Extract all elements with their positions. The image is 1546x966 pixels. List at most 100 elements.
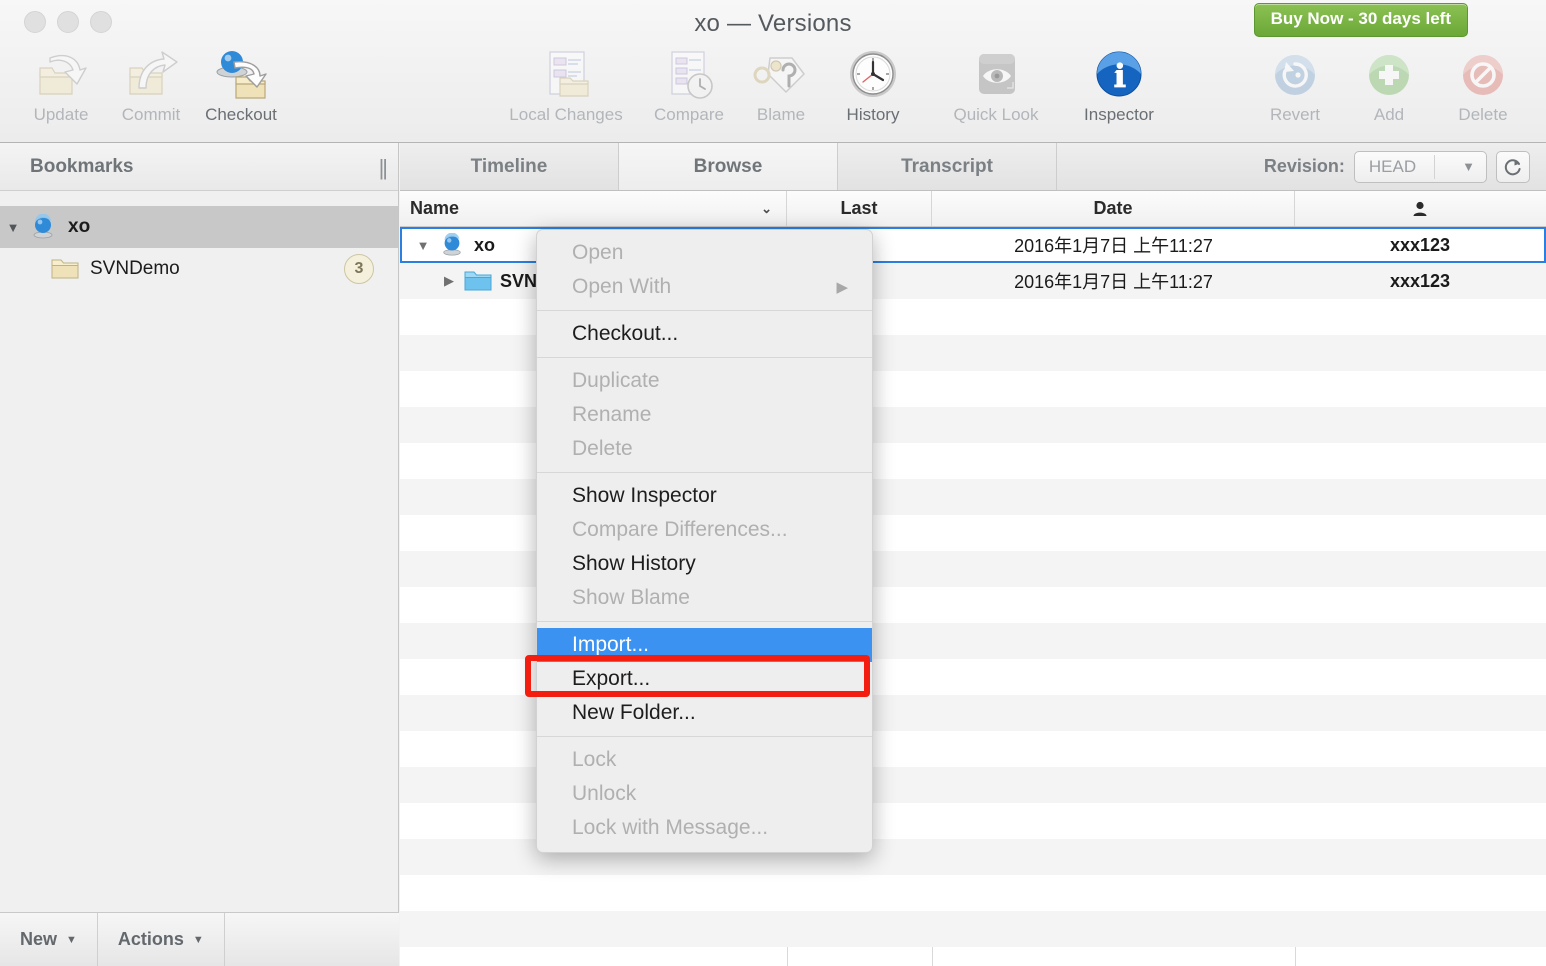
menu-item-label: Delete [572,437,633,460]
row-author-cell: xxx123 [1389,234,1451,255]
menu-item-open[interactable]: Open [537,236,872,270]
revision-select[interactable]: HEAD ▼ [1353,150,1487,183]
folder-icon [48,258,82,280]
sidebar-title: Bookmarks [30,155,134,177]
toolbar-right-group: Revert Add Delete [1252,46,1526,125]
menu-item-label: Open With [572,275,672,298]
local-changes-icon [536,46,596,102]
menu-item-show-blame[interactable]: Show Blame [537,581,872,615]
toolbar-button-commit[interactable]: Commit [108,46,194,125]
toolbar-button-inspector[interactable]: Inspector [1076,46,1162,125]
menu-item-show-history[interactable]: Show History [537,547,872,581]
toolbar-button-update[interactable]: Update [18,46,104,125]
menu-item-label: Rename [572,403,652,426]
view-tabbar: Timeline Browse Transcript Revision: HEA… [400,143,1546,191]
menu-item-checkout[interactable]: Checkout... [537,317,872,351]
column-header-date[interactable]: Date [932,191,1295,226]
menu-separator [537,472,872,473]
menu-item-label: New Folder... [572,701,696,724]
disclosure-triangle-icon[interactable]: ▼ [0,220,26,235]
menu-item-label: Compare Differences... [572,518,788,541]
menu-item-label: Show History [572,552,696,575]
menu-item-label: Import... [572,633,650,656]
sidebar-collapse-icon[interactable]: || [379,155,389,181]
column-header-label-last: Last [840,198,878,218]
menu-item-label: Unlock [572,782,637,805]
sidebar-footer-filler [225,913,399,966]
menu-item-show-inspector[interactable]: Show Inspector [537,479,872,513]
menu-item-export[interactable]: Export... [537,662,872,696]
disclosure-triangle-icon[interactable]: ▶ [436,273,462,289]
menu-item-rename[interactable]: Rename [537,398,872,432]
new-button[interactable]: New ▼ [0,913,98,966]
menu-item-compare-differences[interactable]: Compare Differences... [537,513,872,547]
toolbar-label-compare: Compare [654,105,724,124]
bookmarks-list: ▼ xo SVNDemo 3 [0,191,398,290]
menu-item-label: Lock [572,748,617,771]
menu-separator [537,310,872,311]
commit-folder-icon [122,46,180,102]
actions-button-label: Actions [117,929,184,949]
revision-label: Revision: [1263,156,1345,176]
menu-item-label: Export... [572,667,651,690]
menu-item-open-with[interactable]: Open With ▶ [537,270,872,304]
menu-item-delete[interactable]: Delete [537,432,872,466]
revision-select-divider [1434,154,1436,179]
toolbar-button-history[interactable]: History [830,46,916,125]
menu-item-unlock[interactable]: Unlock [537,777,872,811]
repository-globe-icon [436,233,468,257]
tab-label-timeline: Timeline [470,155,548,177]
toolbar-button-revert[interactable]: Revert [1252,46,1338,125]
sidebar-footer: New ▼ Actions ▼ [0,912,399,966]
actions-button[interactable]: Actions ▼ [98,913,225,966]
person-icon [1413,201,1427,216]
sidebar-item-label-svndemo: SVNDemo [90,258,180,279]
toolbar-button-compare[interactable]: Compare [646,46,732,125]
menu-separator [537,621,872,622]
menu-separator [537,357,872,358]
row-name-label: xo [474,234,496,255]
sidebar-item-xo[interactable]: ▼ xo [0,206,398,248]
toolbar-button-checkout[interactable]: Checkout [198,46,284,125]
toolbar-label-inspector: Inspector [1084,105,1154,124]
toolbar-label-delete: Delete [1458,105,1508,124]
quick-look-eye-icon [967,46,1025,102]
tab-transcript[interactable]: Transcript [838,143,1057,190]
menu-item-lock[interactable]: Lock [537,743,872,777]
menu-item-lock-with-message[interactable]: Lock with Message... [537,811,872,845]
sidebar-item-badge: 3 [344,254,374,284]
menu-item-import[interactable]: Import... [537,628,872,662]
tab-label-browse: Browse [693,155,763,177]
toolbar-button-add[interactable]: Add [1346,46,1432,125]
toolbar-label-quick-look: Quick Look [953,105,1039,124]
new-button-label: New [20,929,58,949]
column-header-author[interactable] [1295,191,1545,226]
toolbar-label-history: History [846,105,900,124]
refresh-button[interactable] [1496,150,1530,183]
toolbar-label-blame: Blame [756,105,806,124]
buy-now-badge[interactable]: Buy Now - 30 days left [1253,3,1468,37]
toolbar-button-quick-look[interactable]: Quick Look [922,46,1070,125]
sidebar-header: Bookmarks || [0,143,398,191]
toolbar-button-local-changes[interactable]: Local Changes [492,46,640,125]
toolbar-label-add: Add [1373,105,1405,124]
toolbar-label-local-changes: Local Changes [509,105,623,124]
menu-item-new-folder[interactable]: New Folder... [537,696,872,730]
disclosure-triangle-icon[interactable]: ▼ [410,238,436,253]
column-header-last[interactable]: Last [787,191,932,226]
tab-timeline[interactable]: Timeline [400,143,619,190]
toolbar-label-commit: Commit [121,105,181,124]
toolbar-middle-group: Local Changes Compare Blame History Quic… [492,46,1162,125]
sidebar-item-svndemo[interactable]: SVNDemo 3 [0,248,398,290]
revert-icon [1267,46,1323,102]
compare-icon [660,46,718,102]
toolbar-button-blame[interactable]: Blame [738,46,824,125]
menu-item-duplicate[interactable]: Duplicate [537,364,872,398]
column-header-name[interactable]: Name ⌄ [400,191,787,226]
sort-chevron-icon: ⌄ [761,200,772,216]
window-toolbar: xo — Versions Buy Now - 30 days left Upd… [0,0,1546,143]
add-plus-icon [1361,46,1417,102]
context-menu: Open Open With ▶ Checkout... Duplicate R… [536,229,873,853]
toolbar-button-delete[interactable]: Delete [1440,46,1526,125]
tab-browse[interactable]: Browse [619,143,838,190]
